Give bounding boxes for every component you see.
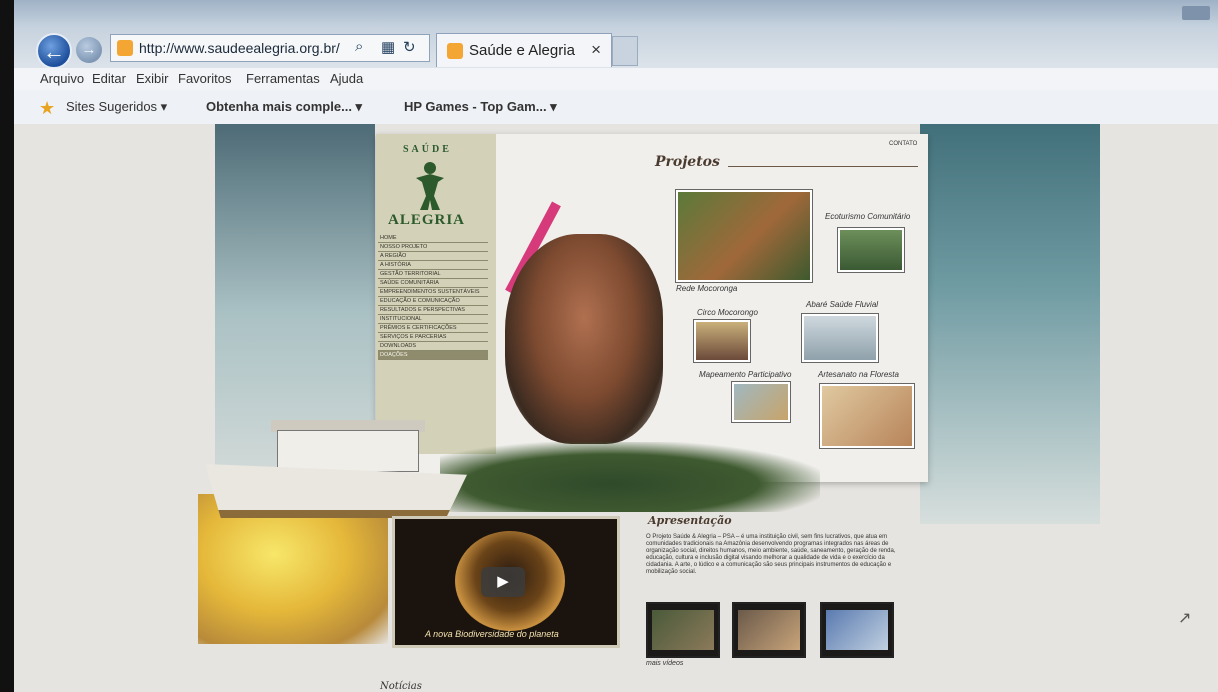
nav-item[interactable]: NOSSO PROJETO xyxy=(378,243,488,252)
project-thumb-mapeamento[interactable] xyxy=(732,382,790,422)
logo-arc-text: SAÚDE xyxy=(403,144,452,155)
video-thumb-2[interactable] xyxy=(732,602,806,658)
project-caption[interactable]: Artesanato na Floresta xyxy=(818,370,899,379)
browser-titlebar: ← → http://www.saudeealegria.org.br/ ⌕ ▦… xyxy=(0,0,1218,69)
project-thumb-ecoturismo[interactable] xyxy=(838,228,904,272)
url-text[interactable]: http://www.saudeealegria.org.br/ xyxy=(139,40,340,56)
tab-favicon-icon xyxy=(447,43,463,59)
apresentacao-text: O Projeto Saúde & Alegria – PSA – é uma … xyxy=(646,534,896,575)
nav-item-active[interactable]: DOAÇÕES xyxy=(378,351,488,360)
boat-deck xyxy=(277,430,419,472)
monitor-bezel xyxy=(0,0,14,692)
video-thumb-image xyxy=(652,610,714,650)
project-thumb-artesanato[interactable] xyxy=(820,384,914,448)
hero-photo xyxy=(505,234,663,444)
projects-title: Projetos xyxy=(655,154,720,170)
nav-item[interactable]: GESTÃO TERRITORIAL xyxy=(378,270,488,279)
nav-item[interactable]: RESULTADOS E PERSPECTIVAS xyxy=(378,306,488,315)
refresh-icon[interactable]: ↻ xyxy=(403,38,416,56)
project-caption[interactable]: Circo Mocorongo xyxy=(697,308,758,317)
search-icon[interactable]: ⌕ xyxy=(355,38,363,55)
site-favicon-icon xyxy=(117,40,133,56)
tab-saude-e-alegria[interactable]: Saúde e Alegria × xyxy=(436,33,612,67)
fav-hp-games[interactable]: HP Games - Top Gam... ▾ xyxy=(404,99,557,115)
menu-favoritos[interactable]: Favoritos xyxy=(178,71,231,86)
video-thumb-1[interactable] xyxy=(646,602,720,658)
compat-view-icon[interactable]: ▦ xyxy=(381,38,395,56)
nav-item[interactable]: EDUCAÇÃO E COMUNICAÇÃO xyxy=(378,297,488,306)
boat-hull xyxy=(205,464,467,518)
video-caption: A nova Biodiversidade do planeta xyxy=(425,629,559,639)
nav-item[interactable]: DOWNLOADS xyxy=(378,342,488,351)
forest-image xyxy=(440,442,820,512)
favorites-bar: ★ Sites Sugeridos ▾ Obtenha mais comple.… xyxy=(0,90,1218,125)
video-player[interactable]: ▶ A nova Biodiversidade do planeta xyxy=(392,516,620,648)
minimize-button[interactable] xyxy=(1182,6,1210,20)
project-caption[interactable]: Abaré Saúde Fluvial xyxy=(806,300,878,309)
nav-item[interactable]: SERVIÇOS E PARCERIAS xyxy=(378,333,488,342)
video-thumb-image xyxy=(826,610,888,650)
nav-item[interactable]: A HISTÓRIA xyxy=(378,261,488,270)
more-videos-link[interactable]: mais vídeos xyxy=(646,660,683,667)
fav-obtenha-mais[interactable]: Obtenha mais comple... ▾ xyxy=(206,99,362,115)
logo-figure-icon[interactable] xyxy=(412,160,448,212)
project-caption[interactable]: Mapeamento Participativo xyxy=(699,370,792,379)
forward-arrow-icon[interactable]: → xyxy=(76,37,102,63)
video-thumb-image xyxy=(738,610,800,650)
menu-exibir[interactable]: Exibir xyxy=(136,71,169,86)
video-thumb-3[interactable] xyxy=(820,602,894,658)
project-thumb-abare[interactable] xyxy=(802,314,878,362)
fav-sites-sugeridos[interactable]: Sites Sugeridos ▾ xyxy=(66,99,167,115)
nav-item[interactable]: HOME xyxy=(378,234,488,243)
background-sky-right xyxy=(920,124,1100,524)
menu-ajuda[interactable]: Ajuda xyxy=(330,71,363,86)
page-content: SAÚDE ALEGRIA HOME NOSSO PROJETO A REGIÃ… xyxy=(0,124,1218,692)
mouse-pointer-icon: ↗ xyxy=(1178,610,1192,627)
nav-item[interactable]: INSTITUCIONAL xyxy=(378,315,488,324)
contact-link[interactable]: CONTATO xyxy=(889,141,917,147)
apresentacao-title: Apresentação xyxy=(648,514,732,527)
logo-title[interactable]: ALEGRIA xyxy=(388,212,465,229)
nav-item[interactable]: A REGIÃO xyxy=(378,252,488,261)
address-bar[interactable]: http://www.saudeealegria.org.br/ ⌕ ▦ ↻ xyxy=(110,34,430,62)
menu-ferramentas[interactable]: Ferramentas xyxy=(246,71,320,86)
project-caption[interactable]: Ecoturismo Comunitário xyxy=(825,212,910,221)
menu-bar: Arquivo Editar Exibir Favoritos Ferramen… xyxy=(0,68,1218,90)
play-icon[interactable]: ▶ xyxy=(481,567,525,597)
menu-arquivo[interactable]: Arquivo xyxy=(40,71,84,86)
close-icon[interactable]: × xyxy=(591,40,601,60)
boat-image xyxy=(205,416,467,518)
divider xyxy=(728,166,918,167)
project-thumb-circo[interactable] xyxy=(694,320,750,362)
site-nav: HOME NOSSO PROJETO A REGIÃO A HISTÓRIA G… xyxy=(378,234,488,360)
nav-item[interactable]: PRÊMIOS E CERTIFICAÇÕES xyxy=(378,324,488,333)
project-caption[interactable]: Rede Mocoronga xyxy=(676,284,737,293)
menu-editar[interactable]: Editar xyxy=(92,71,126,86)
new-tab-button[interactable] xyxy=(612,36,638,66)
nav-item[interactable]: EMPREENDIMENTOS SUSTENTÁVEIS xyxy=(378,288,488,297)
back-arrow-icon[interactable]: ← xyxy=(36,33,72,69)
tab-title: Saúde e Alegria xyxy=(469,42,575,59)
news-heading: Notícias xyxy=(380,681,422,692)
favorites-star-icon[interactable]: ★ xyxy=(39,98,55,119)
nav-item[interactable]: SAÚDE COMUNITÁRIA xyxy=(378,279,488,288)
project-thumb-rede-mocoronga[interactable] xyxy=(676,190,812,282)
